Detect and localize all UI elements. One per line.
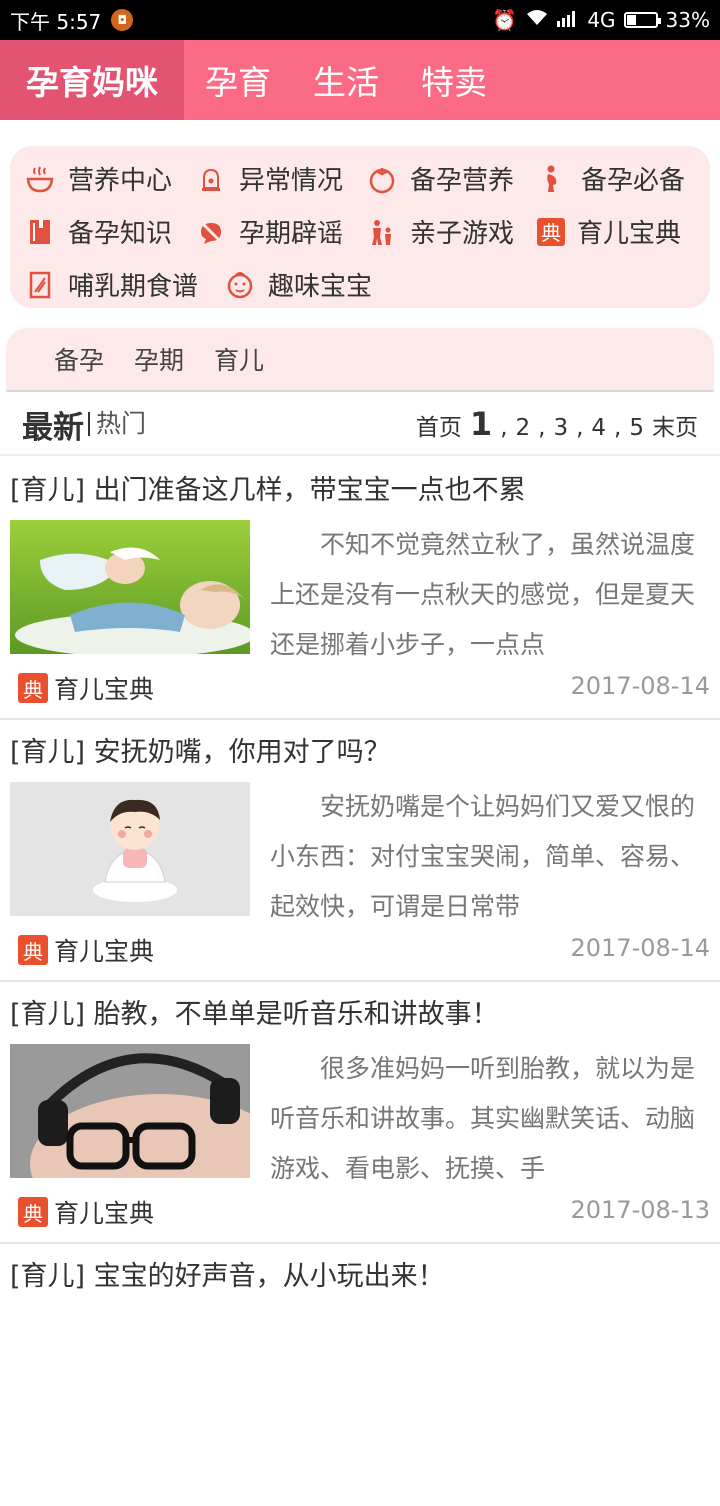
tab-prepare[interactable]: 备孕 [54,341,104,377]
stage-tabs: 备孕 孕期 育儿 [6,328,714,392]
category-parenting-guide[interactable]: 典 育儿宝典 [531,205,702,258]
article-item[interactable]: [育儿] 出门准备这几样，带宝宝一点也不累 不知不觉竟然立秋了，虽然说温度上还是… [0,458,720,720]
signal-icon [557,8,579,32]
status-bar: 下午 5:57 ◘ ⏰ 4G 33% [0,0,720,40]
source-label: 育儿宝典 [54,937,155,966]
family-icon [366,216,398,248]
pager-page[interactable]: 2 [516,415,531,441]
tab-sale[interactable]: 特卖 [400,56,508,104]
category-label: 备孕营养 [410,166,515,196]
bowl-icon [24,163,56,195]
article-summary: 安抚奶嘴是个让妈妈们又爱又恨的小东西：对付宝宝哭闹，简单、容易、起效快，可谓是日… [270,792,696,921]
article-item[interactable]: [育儿] 安抚奶嘴，你用对了吗？ 安抚奶嘴是个让妈妈们又爱又恨的小东西：对付宝宝… [0,720,720,982]
category-preg-essentials[interactable]: 备孕必备 [531,152,702,205]
recipe-icon [24,269,56,301]
top-navigation: 孕育妈咪 孕育 生活 特卖 [0,40,720,120]
sort-hot[interactable]: 热门 [88,411,146,436]
article-item[interactable]: [育儿] 胎教，不单单是听音乐和讲故事！ 很多准妈妈一听到胎教，就以为是听音乐和… [0,982,720,1244]
pager: 首页 1 , 2 , 3 , 4 , 5 末页 [415,405,698,443]
article-title[interactable]: [育儿] 宝宝的好声音，从小玩出来！ [10,1254,445,1293]
category-rumor[interactable]: 孕期辟谣 [189,205,360,258]
tab-pregnancy[interactable]: 孕期 [134,341,184,377]
pager-page[interactable]: 5 [629,415,644,441]
alarm-icon [195,163,227,195]
category-family-games[interactable]: 亲子游戏 [360,205,531,258]
category-label: 孕期辟谣 [239,219,344,249]
no-rumor-icon [195,216,227,248]
battery-percent: 33% [665,8,710,32]
category-preg-knowledge[interactable]: 备孕知识 [18,205,189,258]
article-thumbnail[interactable] [10,1044,250,1178]
category-nutrition-center[interactable]: 营养中心 [18,152,189,205]
category-label: 备孕知识 [68,219,173,249]
source-label: 育儿宝典 [54,1199,155,1228]
category-label: 营养中心 [68,166,173,196]
article-title[interactable]: [育儿] 安抚奶嘴，你用对了吗？ [10,730,391,769]
pager-page[interactable]: 4 [591,415,606,441]
category-label: 育儿宝典 [577,219,682,249]
book-icon [24,216,56,248]
network-type: 4G [587,8,616,32]
article-source[interactable]: 典 育儿宝典 [18,932,154,968]
battery-icon [623,12,661,28]
tomato-icon [366,163,398,195]
pager-first[interactable]: 首页 [416,408,462,442]
dian-icon: 典 [18,673,48,703]
article-date: 2017-08-14 [570,934,710,962]
category-abnormal[interactable]: 异常情况 [189,152,360,205]
alarm-icon: ⏰ [492,8,518,32]
article-source[interactable]: 典 育儿宝典 [18,670,154,706]
sort-bar: 最新 热门 首页 1 , 2 , 3 , 4 , 5 末页 [0,394,720,456]
article-title[interactable]: [育儿] 出门准备这几样，带宝宝一点也不累 [10,468,526,507]
article-title[interactable]: [育儿] 胎教，不单单是听音乐和讲故事！ [10,992,499,1031]
article-date: 2017-08-14 [570,672,710,700]
source-label: 育儿宝典 [54,675,155,704]
tab-brand[interactable]: 孕育妈咪 [0,40,184,120]
category-label: 备孕必备 [581,166,686,196]
dian-icon: 典 [18,935,48,965]
category-preg-nutrition[interactable]: 备孕营养 [360,152,531,205]
article-summary: 不知不觉竟然立秋了，虽然说温度上还是没有一点秋天的感觉，但是夏天还是挪着小步子，… [270,530,696,659]
category-label: 亲子游戏 [410,219,515,249]
tab-yunyu[interactable]: 孕育 [184,56,292,104]
pager-current: 1 [469,405,493,443]
baby-face-icon [224,269,256,301]
tab-life[interactable]: 生活 [292,56,400,104]
category-grid: 营养中心 异常情况 备孕营养 备孕必备 备孕知识 孕期辟谣 亲子游戏 典 育儿宝… [10,146,710,308]
category-label: 哺乳期食谱 [68,272,199,302]
article-source[interactable]: 典 育儿宝典 [18,1194,154,1230]
article-thumbnail[interactable] [10,782,250,916]
sort-latest[interactable]: 最新 [22,402,84,447]
category-label: 趣味宝宝 [268,272,373,302]
dian-icon: 典 [537,217,565,246]
category-breastfeeding-recipe[interactable]: 哺乳期食谱 [18,258,218,311]
pregnant-icon [537,163,569,195]
category-label: 异常情况 [239,166,344,196]
pager-page[interactable]: 3 [553,415,568,441]
notification-icon: ◘ [111,9,134,31]
pager-last[interactable]: 末页 [652,408,698,442]
article-thumbnail[interactable] [10,520,250,654]
status-time: 下午 5:57 [10,9,102,34]
article-date: 2017-08-13 [570,1196,710,1224]
tab-parenting[interactable]: 育儿 [214,341,264,377]
article-item[interactable]: [育儿] 宝宝的好声音，从小玩出来！ [0,1244,720,1506]
article-summary: 很多准妈妈一听到胎教，就以为是听音乐和讲故事。其实幽默笑话、动脑游戏、看电影、抚… [270,1054,696,1183]
dian-icon: 典 [18,1197,48,1227]
wifi-icon [525,8,549,32]
category-fun-baby[interactable]: 趣味宝宝 [218,258,389,311]
